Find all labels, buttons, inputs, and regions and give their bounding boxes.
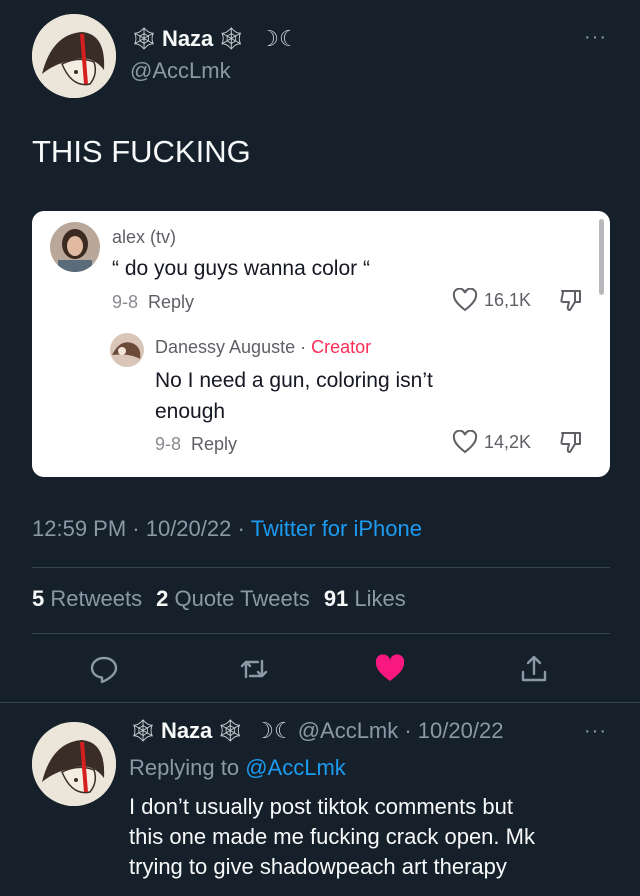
likes-count: 91 xyxy=(323,586,349,611)
creator-reply-line: enough xyxy=(155,400,226,423)
moon-icon: ☽☾ xyxy=(259,26,299,51)
commenter-avatar xyxy=(50,222,100,272)
reply-text-line: trying to give shadowpeach art therapy xyxy=(129,854,507,879)
dislike-icon xyxy=(558,287,584,313)
dislike-icon xyxy=(558,429,584,455)
comment-meta: 9-8 Reply xyxy=(112,292,194,313)
creator-reply-text: No I need a gun, coloring isn’t enough xyxy=(155,365,433,427)
scrollbar xyxy=(599,219,604,295)
spiderweb-icon: 🕸 xyxy=(216,718,245,743)
tweet-text: THIS FUCKING xyxy=(32,134,251,169)
creator-comment-meta: 9-8 Reply xyxy=(155,434,237,455)
tweet-timestamp[interactable]: 12:59 PM · 10/20/22 · xyxy=(32,516,245,542)
tiktok-comments-image[interactable]: alex (tv) “ do you guys wanna color “ 9-… xyxy=(32,211,610,477)
retweets-count: 5 xyxy=(32,586,45,611)
tweet-detail-page: 🕸 Naza 🕸 ☽☾ @AccLmk ··· THIS FUCKING ale… xyxy=(0,0,640,896)
reply-tweet-text: I don’t usually post tiktok comments but… xyxy=(129,792,619,882)
author-avatar[interactable] xyxy=(32,14,116,98)
creator-reply-line: No I need a gun, coloring isn’t xyxy=(155,369,433,392)
likes-stat[interactable]: 91 Likes xyxy=(324,586,406,612)
comment-like: 16,1K xyxy=(452,288,531,312)
quotes-label: Quote Tweets xyxy=(174,586,310,611)
author-handle[interactable]: @AccLmk xyxy=(130,58,231,84)
more-options-icon[interactable]: ··· xyxy=(584,26,607,49)
reply-button[interactable] xyxy=(88,653,120,685)
divider xyxy=(32,567,610,568)
divider xyxy=(0,702,640,703)
reply-author-meta[interactable]: @AccLmk · 10/20/22 xyxy=(298,718,504,744)
share-icon xyxy=(521,655,547,682)
commenter-username: alex (tv) xyxy=(112,227,177,247)
like-count: 16,1K xyxy=(484,289,532,310)
reply-author-avatar[interactable] xyxy=(32,722,116,806)
spiderweb-icon: 🕸 xyxy=(217,26,246,51)
share-button[interactable] xyxy=(518,653,550,685)
heart-filled-icon xyxy=(375,654,405,681)
like-button[interactable] xyxy=(374,653,406,685)
divider xyxy=(32,633,610,634)
reply-text-line: I don’t usually post tiktok comments but xyxy=(129,794,513,819)
likes-label: Likes xyxy=(354,586,406,611)
comment-text: “ do you guys wanna color “ xyxy=(112,257,370,280)
retweets-label: Retweets xyxy=(50,586,143,611)
author-name-row: 🕸 Naza 🕸 ☽☾ xyxy=(130,26,299,52)
quotes-count: 2 xyxy=(156,586,169,611)
comment-date: 9-8 xyxy=(155,434,182,454)
reply-icon xyxy=(90,656,118,684)
creator-badge: Creator xyxy=(311,337,372,357)
quote-tweets-stat[interactable]: 2 Quote Tweets xyxy=(156,586,310,612)
reply-text-line: this one made me fucking crack open. Mk xyxy=(129,824,535,849)
more-options-icon[interactable]: ··· xyxy=(584,720,607,743)
creator-username: Danessy Auguste · Creator xyxy=(155,337,371,358)
retweet-icon xyxy=(240,659,268,679)
heart-outline-icon xyxy=(452,430,478,454)
moon-icon: ☽☾ xyxy=(254,718,294,743)
spiderweb-icon: 🕸 xyxy=(130,26,158,51)
reply-author-display-name[interactable]: Naza xyxy=(161,718,212,744)
reply-author-row: 🕸 Naza 🕸 ☽☾ @AccLmk · 10/20/22 xyxy=(129,718,503,744)
retweet-button[interactable] xyxy=(238,653,270,685)
author-display-name[interactable]: Naza xyxy=(162,26,213,52)
comment-date: 9-8 xyxy=(112,292,139,312)
replying-prefix: Replying to xyxy=(129,755,240,780)
tweet-stats: 5 Retweets 2 Quote Tweets 91 Likes xyxy=(32,586,406,612)
replying-to-handle[interactable]: @AccLmk xyxy=(245,755,346,780)
spiderweb-icon: 🕸 xyxy=(129,718,157,743)
like-count: 14,2K xyxy=(484,431,532,452)
tweet-source-link[interactable]: Twitter for iPhone xyxy=(251,516,422,542)
retweets-stat[interactable]: 5 Retweets xyxy=(32,586,142,612)
replying-to: Replying to @AccLmk xyxy=(129,755,346,781)
creator-avatar xyxy=(110,333,144,367)
reply-link: Reply xyxy=(148,292,195,312)
heart-outline-icon xyxy=(452,288,478,312)
creator-comment-like: 14,2K xyxy=(452,430,531,454)
creator-name: Danessy Auguste · xyxy=(155,337,307,357)
tweet-timestamp-row: 12:59 PM · 10/20/22 · Twitter for iPhone xyxy=(32,516,422,542)
reply-link: Reply xyxy=(191,434,238,454)
